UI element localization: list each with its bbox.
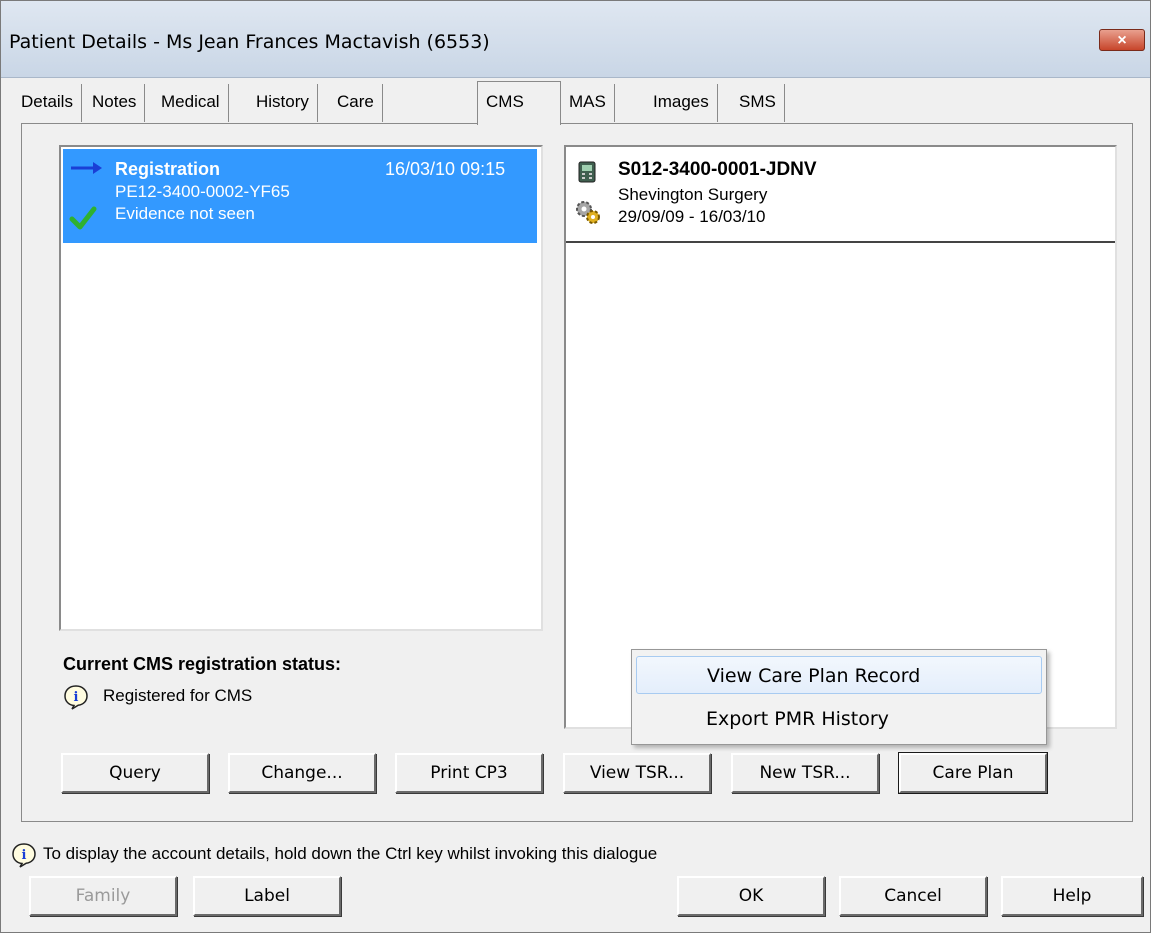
tab-images[interactable]: Images	[645, 84, 718, 122]
registration-title: Registration	[115, 159, 221, 179]
query-button[interactable]: Query	[61, 753, 209, 793]
registration-code: PE12-3400-0002-YF65	[115, 182, 290, 201]
svg-text:i: i	[22, 848, 27, 863]
info-icon: i	[12, 843, 36, 868]
tab-notes[interactable]: Notes	[84, 84, 146, 122]
svg-text:i: i	[74, 690, 79, 705]
family-button[interactable]: Family	[29, 876, 177, 916]
check-icon	[69, 206, 97, 230]
registration-list[interactable]: Registration 16/03/10 09:15 PE12-3400-00…	[59, 145, 543, 631]
tab-mas[interactable]: MAS	[561, 84, 615, 122]
tab-history[interactable]: History	[248, 84, 318, 122]
title-bar: Patient Details - Ms Jean Frances Mactav…	[1, 1, 1150, 78]
tab-care[interactable]: Care	[329, 84, 383, 122]
patient-details-dialog: Patient Details - Ms Jean Frances Mactav…	[0, 0, 1151, 933]
tab-details[interactable]: Details	[13, 84, 82, 122]
tab-cms[interactable]: CMS	[477, 81, 561, 125]
status-heading: Current CMS registration status:	[63, 654, 342, 674]
device-icon	[578, 161, 596, 183]
info-icon: i	[64, 685, 88, 710]
registration-date: 16/03/10 09:15	[385, 159, 506, 179]
footer-hint: To display the account details, hold dow…	[43, 844, 658, 863]
registration-evidence: Evidence not seen	[115, 204, 255, 223]
care-plan-button[interactable]: Care Plan	[899, 753, 1047, 793]
help-button[interactable]: Help	[1001, 876, 1143, 916]
change-button[interactable]: Change...	[228, 753, 376, 793]
window-title: Patient Details - Ms Jean Frances Mactav…	[9, 31, 490, 53]
tsr-code: S012-3400-0001-JDNV	[618, 159, 817, 180]
care-plan-context-menu: View Care Plan Record Export PMR History	[631, 649, 1047, 745]
print-cp3-button[interactable]: Print CP3	[395, 753, 543, 793]
cancel-button[interactable]: Cancel	[839, 876, 987, 916]
tab-medical[interactable]: Medical	[153, 84, 229, 122]
registration-row[interactable]: Registration 16/03/10 09:15 PE12-3400-00…	[63, 149, 537, 243]
tsr-surgery: Shevington Surgery	[618, 185, 768, 204]
gear-icon	[576, 201, 600, 224]
menu-item-view-care-plan-record[interactable]: View Care Plan Record	[636, 656, 1042, 694]
tsr-row[interactable]: S012-3400-0001-JDNV Shevington Surgery 2…	[566, 147, 1115, 243]
arrow-right-icon	[71, 162, 102, 174]
close-button[interactable]: ×	[1099, 29, 1145, 51]
tab-sms[interactable]: SMS	[731, 84, 785, 122]
label-button[interactable]: Label	[193, 876, 341, 916]
view-tsr-button[interactable]: View TSR...	[563, 753, 711, 793]
menu-item-export-pmr-history[interactable]: Export PMR History	[636, 700, 1042, 738]
ok-button[interactable]: OK	[677, 876, 825, 916]
tsr-dates: 29/09/09 - 16/03/10	[618, 207, 766, 226]
status-value: Registered for CMS	[103, 686, 253, 705]
tsr-list[interactable]: S012-3400-0001-JDNV Shevington Surgery 2…	[564, 145, 1117, 729]
new-tsr-button[interactable]: New TSR...	[731, 753, 879, 793]
